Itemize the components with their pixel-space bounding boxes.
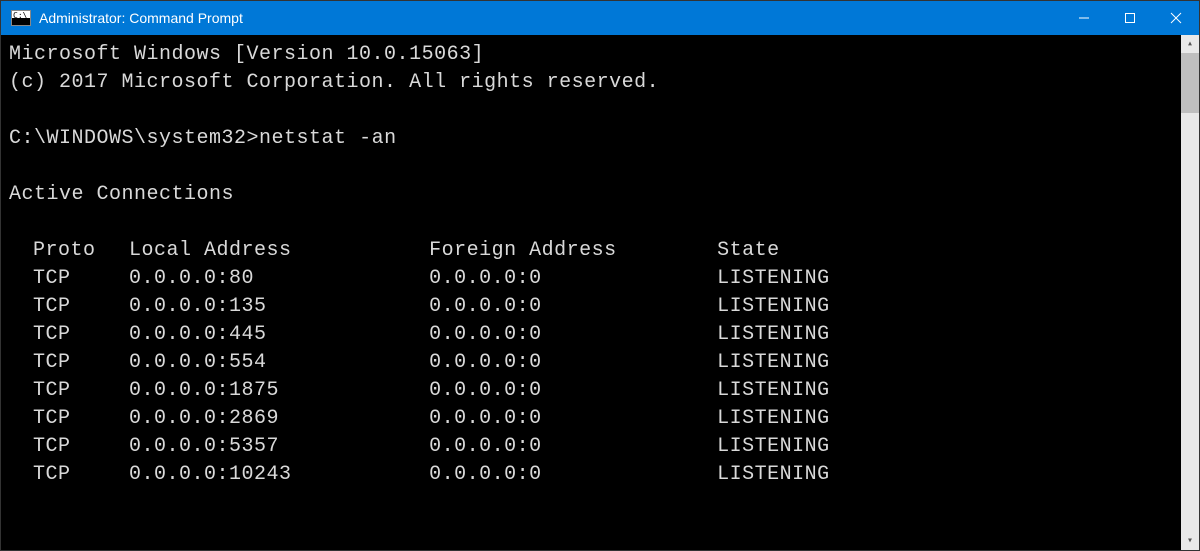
cell-state: LISTENING bbox=[717, 265, 830, 293]
cell-local: 0.0.0.0:135 bbox=[129, 293, 429, 321]
terminal-output[interactable]: Microsoft Windows [Version 10.0.15063] (… bbox=[1, 35, 1181, 550]
scroll-thumb[interactable] bbox=[1181, 53, 1199, 113]
cell-local: 0.0.0.0:1875 bbox=[129, 377, 429, 405]
cell-state: LISTENING bbox=[717, 377, 830, 405]
minimize-button[interactable] bbox=[1061, 1, 1107, 35]
cell-local: 0.0.0.0:2869 bbox=[129, 405, 429, 433]
scroll-up-arrow-icon[interactable]: ▴ bbox=[1181, 35, 1199, 53]
close-icon bbox=[1169, 11, 1183, 25]
cell-foreign: 0.0.0.0:0 bbox=[429, 265, 717, 293]
close-button[interactable] bbox=[1153, 1, 1199, 35]
maximize-button[interactable] bbox=[1107, 1, 1153, 35]
scroll-down-arrow-icon[interactable]: ▾ bbox=[1181, 532, 1199, 550]
scroll-track[interactable] bbox=[1181, 53, 1199, 532]
cell-state: LISTENING bbox=[717, 433, 830, 461]
cell-proto: TCP bbox=[33, 265, 129, 293]
cell-foreign: 0.0.0.0:0 bbox=[429, 349, 717, 377]
header-local: Local Address bbox=[129, 237, 429, 265]
cell-proto: TCP bbox=[33, 293, 129, 321]
cell-foreign: 0.0.0.0:0 bbox=[429, 405, 717, 433]
app-icon bbox=[11, 10, 31, 26]
header-foreign: Foreign Address bbox=[429, 237, 717, 265]
cell-local: 0.0.0.0:10243 bbox=[129, 461, 429, 489]
prompt: C:\WINDOWS\system32> bbox=[9, 127, 259, 150]
window-titlebar[interactable]: Administrator: Command Prompt bbox=[1, 1, 1199, 35]
cell-state: LISTENING bbox=[717, 321, 830, 349]
header-state: State bbox=[717, 237, 780, 265]
cell-local: 0.0.0.0:445 bbox=[129, 321, 429, 349]
cell-foreign: 0.0.0.0:0 bbox=[429, 433, 717, 461]
copyright-line: (c) 2017 Microsoft Corporation. All righ… bbox=[9, 71, 659, 94]
command-text: netstat -an bbox=[259, 127, 397, 150]
cell-foreign: 0.0.0.0:0 bbox=[429, 321, 717, 349]
section-header: Active Connections bbox=[9, 183, 234, 206]
cell-foreign: 0.0.0.0:0 bbox=[429, 293, 717, 321]
cell-state: LISTENING bbox=[717, 405, 830, 433]
cell-proto: TCP bbox=[33, 405, 129, 433]
vertical-scrollbar[interactable]: ▴ ▾ bbox=[1181, 35, 1199, 550]
window-title: Administrator: Command Prompt bbox=[39, 10, 243, 26]
maximize-icon bbox=[1124, 12, 1136, 24]
cell-proto: TCP bbox=[33, 433, 129, 461]
cell-local: 0.0.0.0:80 bbox=[129, 265, 429, 293]
cell-foreign: 0.0.0.0:0 bbox=[429, 377, 717, 405]
cell-local: 0.0.0.0:5357 bbox=[129, 433, 429, 461]
cell-foreign: 0.0.0.0:0 bbox=[429, 461, 717, 489]
cell-state: LISTENING bbox=[717, 349, 830, 377]
cell-state: LISTENING bbox=[717, 461, 830, 489]
cell-proto: TCP bbox=[33, 321, 129, 349]
cell-state: LISTENING bbox=[717, 293, 830, 321]
version-line: Microsoft Windows [Version 10.0.15063] bbox=[9, 43, 484, 66]
header-proto: Proto bbox=[33, 237, 129, 265]
cell-local: 0.0.0.0:554 bbox=[129, 349, 429, 377]
cell-proto: TCP bbox=[33, 349, 129, 377]
cell-proto: TCP bbox=[33, 377, 129, 405]
cell-proto: TCP bbox=[33, 461, 129, 489]
minimize-icon bbox=[1078, 12, 1090, 24]
